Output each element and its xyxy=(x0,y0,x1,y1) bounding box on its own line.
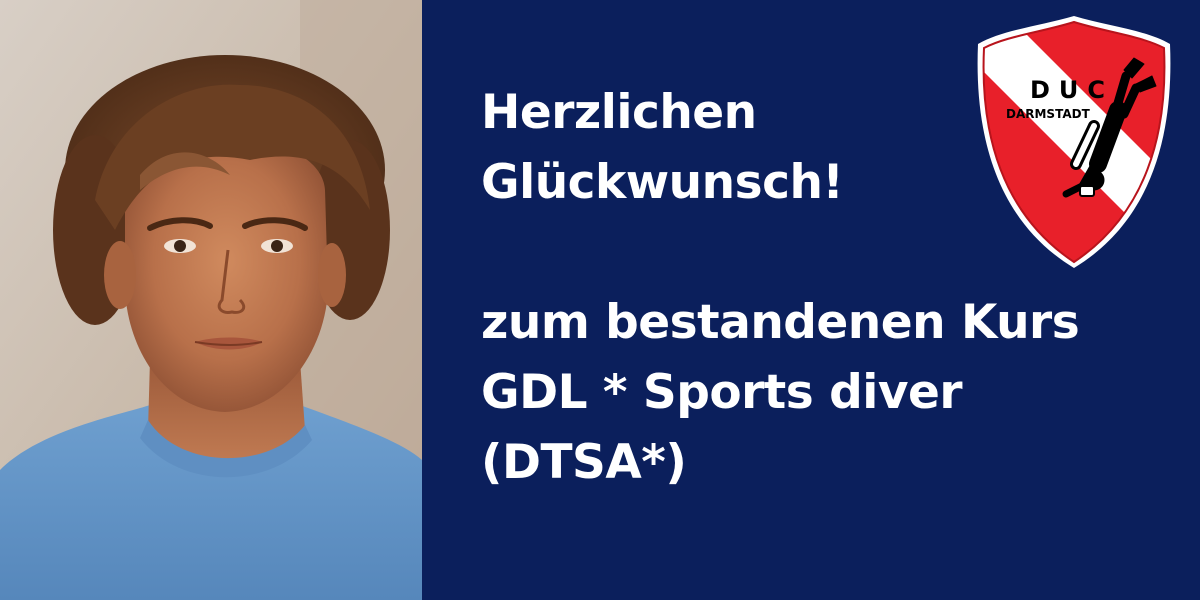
message-line-2: GDL * Sports diver xyxy=(481,365,963,420)
logo-city: DARMSTADT xyxy=(1006,107,1091,121)
message-line-1: zum bestandenen Kurs xyxy=(481,295,1080,350)
portrait-photo xyxy=(0,0,422,600)
message-line-3: (DTSA*) xyxy=(481,435,687,490)
logo-letters: DUC xyxy=(1030,76,1114,104)
diver-flag-shield-icon: DUC DARMSTADT xyxy=(977,16,1171,268)
club-logo: DUC DARMSTADT xyxy=(976,14,1172,270)
congratulations-banner: Herzlichen Glückwunsch! zum bestandenen … xyxy=(0,0,1200,600)
